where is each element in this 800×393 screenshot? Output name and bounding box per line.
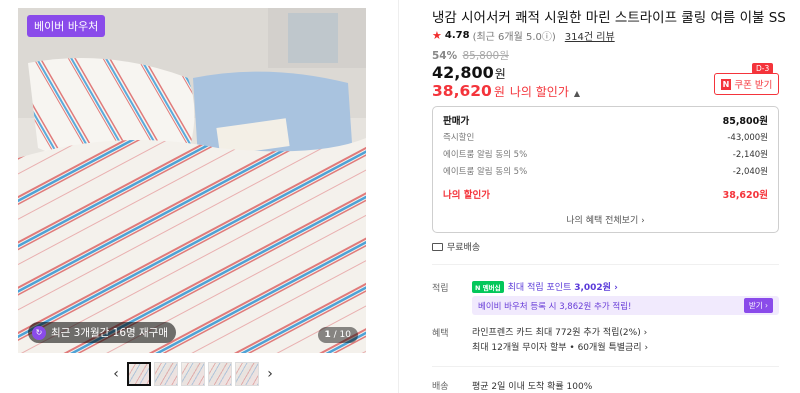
review-link[interactable]: 314건 리뷰 (565, 28, 615, 43)
original-price-row: 54% 85,800원 (432, 48, 509, 63)
breakdown-value: -2,040원 (732, 167, 768, 177)
all-benefits-link[interactable]: 나의 혜택 전체보기 › (433, 213, 778, 226)
rating-row: ★ 4.78 (최근 6개월 5.0ⓘ) 314건 리뷰 (432, 28, 615, 43)
breakdown-label: 판매가 (443, 116, 470, 127)
thumbnail-5[interactable] (235, 362, 259, 386)
my-price-value: 38,620 (432, 82, 492, 100)
points-text: 최대 적립 포인트 3,002원 › (508, 280, 618, 293)
breakdown-value: -2,140원 (732, 150, 768, 160)
section-divider (432, 366, 779, 367)
free-shipping-label: 무료배송 (447, 243, 481, 253)
installment-benefit-link[interactable]: 최대 12개월 무이자 할부 • 60개월 특별금리 › (472, 340, 648, 353)
chevron-up-icon: ▲ (573, 89, 581, 98)
original-price: 85,800원 (462, 50, 509, 62)
breakdown-row-alert-2: 에이트룸 알림 동의 5% -2,040원 (443, 165, 768, 177)
price-breakdown-box: 판매가 85,800원 즉시할인 -43,000원 에이트룸 알림 동의 5% … (432, 106, 779, 233)
my-price-unit: 원 (493, 85, 505, 99)
rating-score: 4.78 (444, 30, 470, 41)
benefit-label: 혜택 (432, 329, 449, 339)
product-title: 냉감 시어서커 쾌적 시원한 마린 스트라이프 쿨링 여름 이불 SS (432, 10, 786, 26)
coupon-button[interactable]: N 쿠폰 받기 (714, 73, 779, 95)
breakdown-row-alert-1: 에이트룸 알림 동의 5% -2,140원 (443, 148, 768, 160)
discount-percent: 54% (432, 50, 458, 62)
sale-price-unit: 원 (494, 67, 506, 81)
star-icon: ★ (432, 29, 442, 42)
image-counter-total: / 10 (333, 330, 351, 340)
voucher-badge: 베이버 바우처 (27, 15, 106, 37)
accumulate-label: 적립 (432, 284, 449, 294)
breakdown-row-my-price: 나의 할인가 38,620원 (443, 187, 768, 201)
thumbnail-3[interactable] (181, 362, 205, 386)
get-voucher-button[interactable]: 받기 › (743, 298, 773, 313)
thumbnail-prev-button[interactable]: ‹ (108, 363, 124, 385)
sale-price-value: 42,800 (432, 63, 494, 82)
product-image-gallery[interactable]: 베이버 바우처 ↻ 최근 3개월간 16명 재구매 1 / 10 (18, 8, 366, 353)
thumbnail-4[interactable] (208, 362, 232, 386)
rating-recent: (최근 6개월 5.0ⓘ) (472, 32, 556, 43)
card-benefit-link[interactable]: 라인프렌즈 카드 최대 772원 추가 적립(2%) › (472, 325, 647, 338)
baby-voucher-bar: 베이비 바우처 등록 시 3,862원 추가 적립! 받기 › (472, 296, 779, 315)
truck-icon (432, 242, 443, 251)
section-divider (432, 264, 779, 265)
image-counter: 1 / 10 (317, 327, 358, 343)
my-price-label: 나의 할인가 (509, 85, 569, 99)
shipping-row: 무료배송 (432, 240, 480, 253)
product-photo (18, 8, 366, 353)
points-label: 최대 적립 포인트 (507, 283, 572, 293)
breakdown-value: -43,000원 (727, 133, 768, 143)
baby-voucher-text: 베이비 바우처 등록 시 3,862원 추가 적립! (478, 301, 632, 312)
breakdown-label: 나의 할인가 (443, 190, 491, 201)
sale-price: 42,800원 (432, 63, 506, 82)
coupon-label: 쿠폰 받기 (734, 80, 773, 91)
delivery-label: 배송 (432, 382, 449, 392)
breakdown-row-instant: 즉시할인 -43,000원 (443, 131, 768, 143)
thumbnail-1[interactable] (127, 362, 151, 386)
thumbnail-next-button[interactable]: › (262, 363, 278, 385)
breakdown-value: 38,620원 (722, 190, 768, 201)
breakdown-label: 에이트룸 알림 동의 5% (443, 167, 528, 177)
naver-n-icon: N (720, 78, 732, 90)
breakdown-value: 85,800원 (722, 116, 768, 127)
my-discount-price[interactable]: 38,620 원 나의 할인가 ▲ (432, 82, 580, 100)
thumbnail-strip: ‹ › (108, 362, 278, 386)
breakdown-row-sale: 판매가 85,800원 (443, 113, 768, 127)
column-divider (398, 0, 399, 393)
repeat-icon: ↻ (32, 325, 46, 340)
repurchase-label: 최근 3개월간 16명 재구매 (51, 327, 168, 339)
breakdown-label: 즉시할인 (443, 133, 475, 143)
repurchase-badge: ↻ 최근 3개월간 16명 재구매 (28, 322, 176, 343)
image-counter-current: 1 (324, 330, 331, 340)
thumbnail-2[interactable] (154, 362, 178, 386)
breakdown-label: 에이트룸 알림 동의 5% (443, 150, 528, 160)
points-value: 3,002원 › (574, 283, 618, 293)
points-row[interactable]: N 멤버십 최대 적립 포인트 3,002원 › (472, 280, 618, 293)
delivery-text: 평균 2일 이내 도착 확률 100% (472, 382, 593, 392)
naver-membership-icon: N 멤버십 (472, 280, 504, 293)
